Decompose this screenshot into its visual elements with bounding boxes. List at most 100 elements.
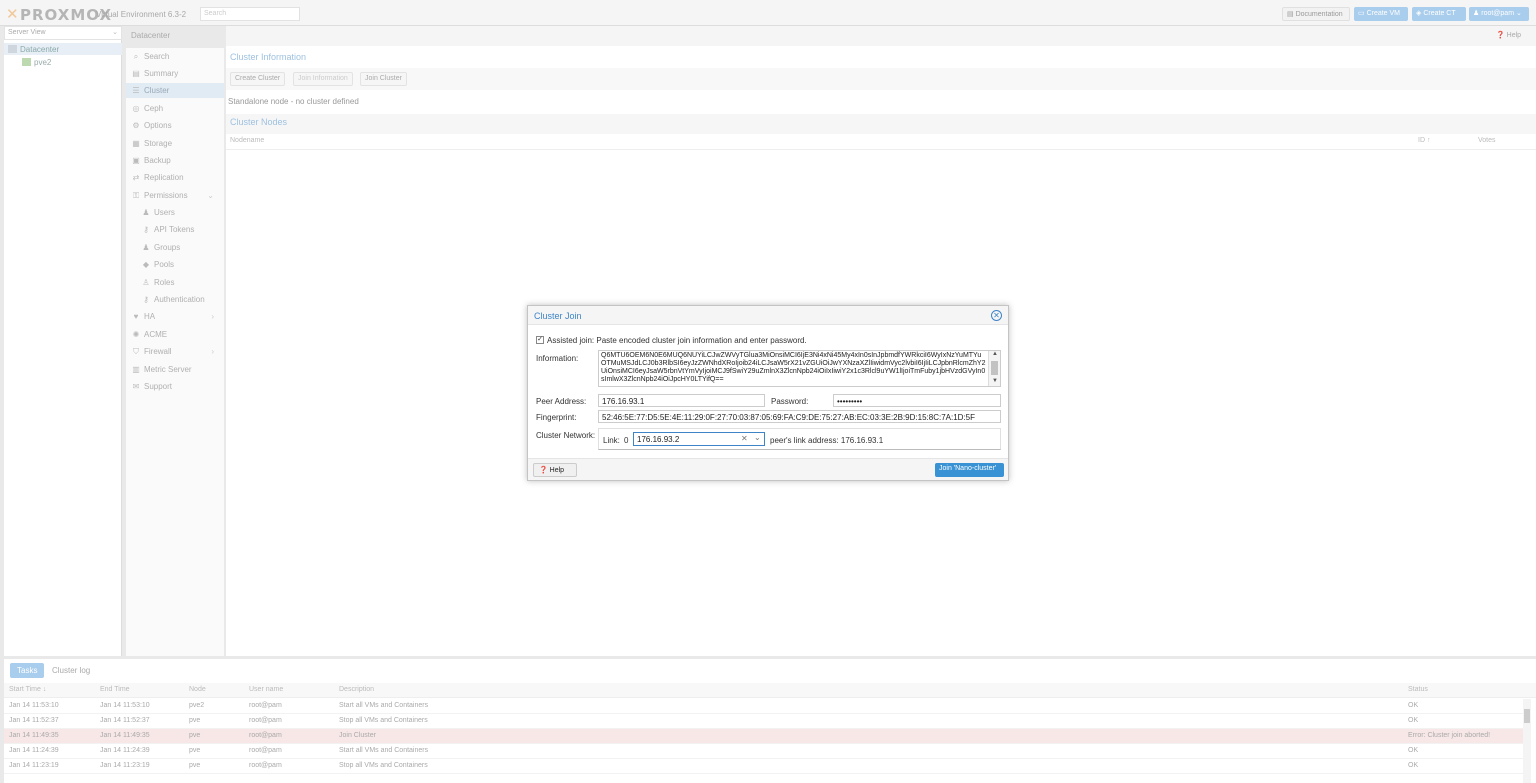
table-row[interactable]: Jan 14 11:24:39 Jan 14 11:24:39 pve root… [4, 744, 1524, 759]
col-description[interactable]: Description [339, 686, 374, 693]
info-scroll-thumb[interactable] [991, 361, 998, 375]
password-field[interactable]: ••••••••• [833, 394, 1001, 407]
menu-label: Search [144, 52, 170, 61]
view-selector[interactable]: Server View ⌄ [4, 26, 122, 40]
join-cluster-submit-button[interactable]: Join 'Nano-cluster' [935, 463, 1004, 477]
chevron-down-icon[interactable]: ⌄ [754, 433, 761, 442]
tree-item-pve2[interactable]: pve2 [4, 56, 122, 68]
info-scrollbar[interactable]: ▲ ▼ [988, 351, 1000, 386]
tree-item-label: pve2 [34, 58, 52, 67]
menu-options[interactable]: ⚙ Options [126, 118, 224, 133]
menu-search[interactable]: ⌕ Search [126, 49, 224, 64]
cell-node: pve [189, 762, 201, 769]
menu-summary[interactable]: ▤ Summary [126, 66, 224, 81]
log-scrollbar[interactable] [1523, 699, 1531, 783]
col-status[interactable]: Status [1408, 686, 1428, 693]
menu-metric-server[interactable]: ▥ Metric Server [126, 362, 224, 377]
dialog-header: Cluster Join ✕ [528, 306, 1008, 325]
create-ct-label: Create CT [1423, 10, 1456, 17]
cell-start: Jan 14 11:52:37 [9, 717, 59, 724]
question-icon: ❓ [539, 467, 550, 474]
close-icon[interactable]: ✕ [991, 310, 1002, 321]
menu-replication[interactable]: ⇄ Replication [126, 170, 224, 185]
link-number: 0 [624, 436, 629, 445]
certificate-icon: ✺ [132, 330, 140, 339]
menu-storage[interactable]: ▦ Storage [126, 136, 224, 151]
standalone-note: Standalone node - no cluster defined [228, 97, 359, 106]
join-information-button[interactable]: Join Information [293, 72, 353, 86]
table-row[interactable]: Jan 14 11:23:19 Jan 14 11:23:19 pve root… [4, 759, 1524, 774]
link-address-select[interactable]: 176.16.93.2 ✕ ⌄ [633, 432, 765, 446]
male-icon: ♙ [142, 278, 150, 287]
menu-label: HA [144, 312, 156, 321]
ceph-icon: ◎ [132, 104, 140, 113]
cell-end: Jan 14 11:24:39 [100, 747, 150, 754]
cell-start: Jan 14 11:53:10 [9, 702, 59, 709]
cell-node: pve [189, 717, 201, 724]
col-start-time[interactable]: Start Time ↓ [9, 686, 46, 693]
create-ct-button[interactable]: ◈ Create CT [1412, 7, 1466, 21]
heartbeat-icon: ♥ [133, 312, 139, 321]
help-top-button[interactable]: ❓ Help [1496, 31, 1521, 39]
cell-user: root@pam [249, 717, 282, 724]
scroll-down-icon[interactable]: ▼ [992, 378, 998, 384]
menu-ha[interactable]: ♥ HA › [126, 309, 224, 324]
cell-end: Jan 14 11:53:10 [100, 702, 150, 709]
fingerprint-field[interactable]: 52:46:5E:77:D5:5E:4E:11:29:0F:27:70:03:8… [598, 410, 1001, 423]
create-vm-button[interactable]: ▭ Create VM [1354, 7, 1408, 21]
menu-api-tokens[interactable]: ⚷ API Tokens [126, 222, 224, 237]
desktop-icon: ▭ [1358, 10, 1367, 17]
assisted-join-checkbox[interactable]: ✓ [536, 336, 544, 344]
menu-label: Storage [144, 139, 173, 148]
information-textarea[interactable]: Q6MTU6OEM6N0E6MUQ6NUYiLCJwZWVyTGlua3MiOn… [598, 350, 1001, 387]
menu-roles[interactable]: ♙ Roles [126, 275, 224, 290]
menu-acme[interactable]: ✺ ACME [126, 327, 224, 342]
peer-link-address: peer's link address: 176.16.93.1 [770, 436, 884, 445]
menu-ceph[interactable]: ◎ Ceph [126, 101, 224, 116]
menu-firewall[interactable]: ⛉ Firewall › [126, 344, 224, 359]
menu-support[interactable]: ✉ Support [126, 379, 224, 394]
user-icon: ♟ [1473, 10, 1482, 17]
documentation-button[interactable]: ▤ Documentation [1282, 7, 1350, 21]
menu-backup[interactable]: ▣ Backup [126, 153, 224, 168]
scroll-up-icon[interactable]: ▲ [992, 351, 998, 357]
tab-cluster-log[interactable]: Cluster log [45, 663, 97, 678]
peer-address-field[interactable]: 176.16.93.1 [598, 394, 765, 407]
tags-icon: ◆ [142, 260, 150, 269]
cluster-network-label: Cluster Network: [536, 431, 596, 440]
col-id[interactable]: ID ↑ [1418, 137, 1430, 144]
menu-groups[interactable]: ♟ Groups [126, 240, 224, 255]
link-address-value: 176.16.93.2 [637, 435, 680, 444]
menu-cluster[interactable]: ☰ Cluster [126, 83, 224, 98]
top-header: ✕ PROXMOX Virtual Environment 6.3-2 Sear… [0, 0, 1536, 26]
menu-authentication[interactable]: ⚷ Authentication [126, 292, 224, 307]
table-row[interactable]: Jan 14 11:52:37 Jan 14 11:52:37 pve root… [4, 714, 1524, 729]
menu-users[interactable]: ♟ Users [126, 205, 224, 220]
col-node[interactable]: Node [189, 686, 206, 693]
table-row[interactable]: Jan 14 11:53:10 Jan 14 11:53:10 pve2 roo… [4, 699, 1524, 714]
tab-tasks[interactable]: Tasks [10, 663, 45, 678]
col-votes[interactable]: Votes [1478, 137, 1496, 144]
menu-permissions[interactable]: ⚿ Permissions ⌄ [126, 188, 224, 203]
log-scroll-thumb[interactable] [1524, 709, 1530, 723]
user-menu-button[interactable]: ♟ root@pam ⌄ [1469, 7, 1529, 21]
cell-status: OK [1408, 702, 1419, 709]
menu-label: Authentication [154, 295, 205, 304]
dialog-title: Cluster Join [534, 311, 582, 321]
dialog-help-button[interactable]: ❓ Help [533, 463, 577, 477]
create-cluster-button[interactable]: Create Cluster [230, 72, 286, 86]
col-user[interactable]: User name [249, 686, 283, 693]
join-cluster-button[interactable]: Join Cluster [360, 72, 407, 86]
table-row[interactable]: Jan 14 11:49:35 Jan 14 11:49:35 pve root… [4, 729, 1524, 744]
menu-label: Ceph [144, 104, 164, 113]
search-input[interactable]: Search [200, 7, 300, 21]
col-end-time[interactable]: End Time [100, 686, 130, 693]
menu-label: Backup [144, 156, 171, 165]
cell-desc: Stop all VMs and Containers [339, 717, 428, 724]
tree-item-datacenter[interactable]: Datacenter [4, 43, 122, 55]
cell-status: OK [1408, 717, 1419, 724]
menu-pools[interactable]: ◆ Pools [126, 257, 224, 272]
col-nodename[interactable]: Nodename [230, 137, 264, 144]
chevron-right-icon: › [211, 312, 214, 321]
clear-icon[interactable]: ✕ [741, 434, 748, 443]
